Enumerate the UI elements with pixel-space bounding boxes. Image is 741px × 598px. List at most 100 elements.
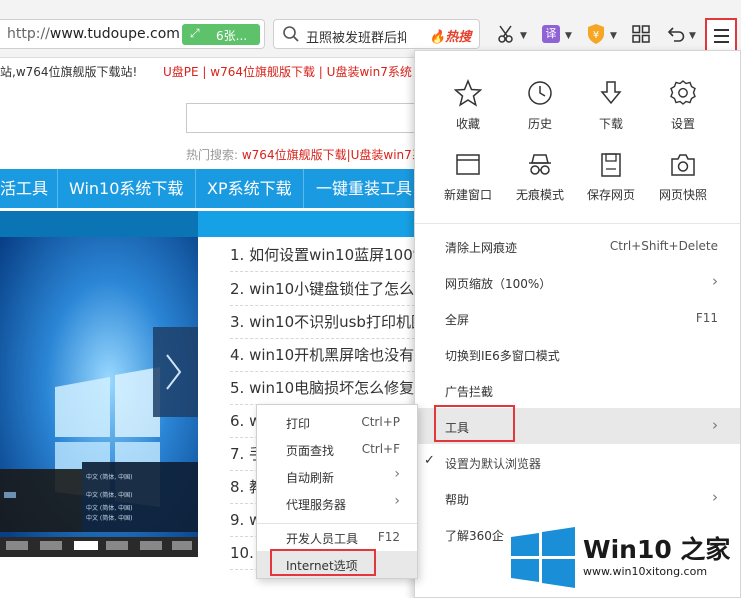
tile-label: 历史 — [527, 117, 552, 131]
menu-item-label: 全屏 — [445, 313, 470, 327]
submenu-item-label: 打印 — [286, 417, 311, 431]
search-icon — [283, 26, 299, 42]
submenu-item-auto-refresh[interactable]: 自动刷新 › — [257, 463, 417, 490]
tile-label: 下载 — [598, 117, 623, 131]
hot-search-badge[interactable]: 🔥热搜 — [429, 26, 471, 45]
photo-news-pill[interactable]: ⤢ 6张... — [182, 24, 260, 45]
menu-tile-snapshot[interactable]: 网页快照 — [647, 152, 719, 212]
menu-item-adblock[interactable]: 广告拦截 — [415, 372, 740, 408]
chevron-right-icon: › — [394, 493, 400, 509]
menu-item-shortcut: F11 — [695, 311, 718, 325]
hot-search-label: 热搜 — [445, 30, 472, 45]
search-input[interactable]: 丑照被发班群后抑 — [306, 27, 406, 46]
window-icon — [456, 154, 480, 175]
menu-item-clear-traces[interactable]: 清除上网痕迹 Ctrl+Shift+Delete — [415, 228, 740, 264]
news-item[interactable]: 5. win10电脑损坏怎么修复系统 — [230, 372, 430, 405]
hot-search-links[interactable]: w764位旗舰版下载|U盘装win7系统 — [242, 148, 436, 162]
main-menu-dropdown: 收藏 历史 下载 设置 新建窗口 无痕模式 保存网页 网页快照 清除上网痕迹 C… — [414, 50, 741, 598]
hero-hint: 中文 (简体, 中国) — [86, 492, 133, 499]
chevron-right-icon: › — [712, 488, 718, 506]
nav-divider — [57, 169, 58, 208]
menu-tile-history[interactable]: 历史 — [504, 79, 576, 139]
url-text[interactable]: http://www.tudoupe.com — [7, 26, 180, 42]
watermark-url: www.win10xitong.com — [583, 565, 708, 578]
highlight-box-internet-options — [270, 549, 376, 576]
chevron-down-icon: ▼ — [610, 31, 617, 41]
watermark-brand: Win10 之家 — [583, 535, 731, 564]
menu-item-zoom[interactable]: 网页缩放（100%） › — [415, 264, 740, 300]
search-box[interactable]: 丑照被发班群后抑 🔥热搜 — [273, 19, 480, 49]
news-item[interactable]: 4. win10开机黑屏啥也没有怎么 — [230, 339, 430, 372]
tile-label: 新建窗口 — [443, 188, 492, 202]
hamburger-icon-line — [714, 35, 729, 37]
news-item[interactable]: 2. win10小键盘锁住了怎么办 — [230, 273, 430, 306]
expand-arrows-icon: ⤢ — [190, 26, 200, 40]
clock-icon — [528, 81, 552, 105]
shield-yen-icon: ¥ — [588, 24, 604, 44]
tile-label: 无痕模式 — [515, 188, 564, 202]
submenu-item-devtools[interactable]: 开发人员工具 F12 — [257, 524, 417, 551]
undo-icon — [667, 27, 685, 42]
grid-icon — [632, 25, 650, 43]
download-icon — [600, 81, 622, 105]
chevron-right-icon: › — [712, 272, 718, 290]
chevron-down-icon: ▼ — [565, 31, 572, 41]
menu-tile-downloads[interactable]: 下载 — [575, 79, 647, 139]
menu-item-ie6-mode[interactable]: 切换到IE6多窗口模式 — [415, 336, 740, 372]
chevron-right-icon: › — [394, 466, 400, 482]
nav-item-tools[interactable]: 活工具 — [0, 169, 48, 208]
hero-hint: 中文 (简体, 中国) — [86, 505, 133, 512]
menu-tile-incognito[interactable]: 无痕模式 — [504, 152, 576, 212]
highlight-box-tools — [434, 405, 515, 442]
hero-slider[interactable]: 中文 (简体, 中国) 中文 (简体, 中国) 中文 (简体, 中国) 中文 (… — [0, 237, 198, 557]
tile-label: 设置 — [670, 117, 695, 131]
menu-item-label: 帮助 — [445, 493, 470, 507]
hamburger-icon — [714, 29, 729, 31]
incognito-icon — [529, 154, 551, 175]
news-item[interactable]: 1. 如何设置win10蓝屏100%不 — [230, 239, 430, 272]
submenu-item-label: 开发人员工具 — [286, 532, 359, 546]
menu-item-shortcut: Ctrl+Shift+Delete — [609, 239, 718, 253]
translate-button[interactable]: 译 ▼ — [541, 22, 575, 48]
camera-icon — [671, 154, 695, 176]
gear-icon — [670, 80, 696, 105]
menu-item-label: 网页缩放（100%） — [445, 277, 552, 291]
submenu-item-proxy[interactable]: 代理服务器 › — [257, 490, 417, 517]
submenu-item-print[interactable]: 打印 Ctrl+P — [257, 409, 417, 436]
submenu-item-shortcut: Ctrl+F — [361, 442, 400, 456]
svg-text:¥: ¥ — [593, 30, 599, 41]
tile-label: 保存网页 — [586, 188, 635, 202]
scissors-icon — [498, 25, 513, 43]
nav-item-win10[interactable]: Win10系统下载 — [69, 169, 183, 208]
windows-logo-icon — [511, 527, 575, 588]
menu-item-fullscreen[interactable]: 全屏 F11 — [415, 300, 740, 336]
submenu-item-find[interactable]: 页面查找 Ctrl+F — [257, 436, 417, 463]
wallet-button[interactable]: ¥ ▼ — [586, 22, 620, 48]
site-top-links[interactable]: U盘PE | w764位旗舰版下载 | U盘装win7系统 | — [163, 63, 420, 80]
menu-item-set-default[interactable]: ✓ 设置为默认浏览器 — [415, 444, 740, 480]
site-search-input[interactable] — [186, 103, 426, 133]
menu-tile-new-window[interactable]: 新建窗口 — [432, 152, 504, 212]
star-icon — [454, 79, 482, 107]
hamburger-icon-line — [714, 41, 729, 43]
watermark: Win10 之家 www.win10xitong.com — [503, 525, 741, 593]
address-bar[interactable]: http://www.tudoupe.com ⤢ 6张... — [0, 19, 265, 49]
main-menu-button[interactable] — [705, 18, 737, 52]
site-slogan: 站,w764位旗舰版下载站! — [0, 65, 138, 79]
menu-tile-save-page[interactable]: 保存网页 — [575, 152, 647, 212]
url-prefix: http:// — [7, 26, 50, 42]
nav-item-reinstall[interactable]: 一键重装工具 — [316, 169, 412, 208]
apps-button[interactable] — [631, 22, 653, 48]
chevron-down-icon: ▼ — [689, 31, 696, 41]
tile-label: 收藏 — [455, 117, 480, 131]
submenu-item-label: 代理服务器 — [286, 498, 347, 512]
menu-tile-favorites[interactable]: 收藏 — [432, 79, 504, 139]
undo-close-button[interactable]: ▼ — [666, 22, 698, 48]
hero-hint: 中文 (简体, 中国) — [86, 474, 133, 481]
nav-item-xp[interactable]: XP系统下载 — [207, 169, 292, 208]
menu-item-help[interactable]: 帮助 › — [415, 480, 740, 516]
menu-item-label: 设置为默认浏览器 — [445, 457, 542, 471]
news-item[interactable]: 3. win10不识别usb打印机图文 — [230, 306, 430, 339]
screenshot-button[interactable]: ▼ — [496, 22, 528, 48]
menu-tile-settings[interactable]: 设置 — [647, 79, 719, 139]
